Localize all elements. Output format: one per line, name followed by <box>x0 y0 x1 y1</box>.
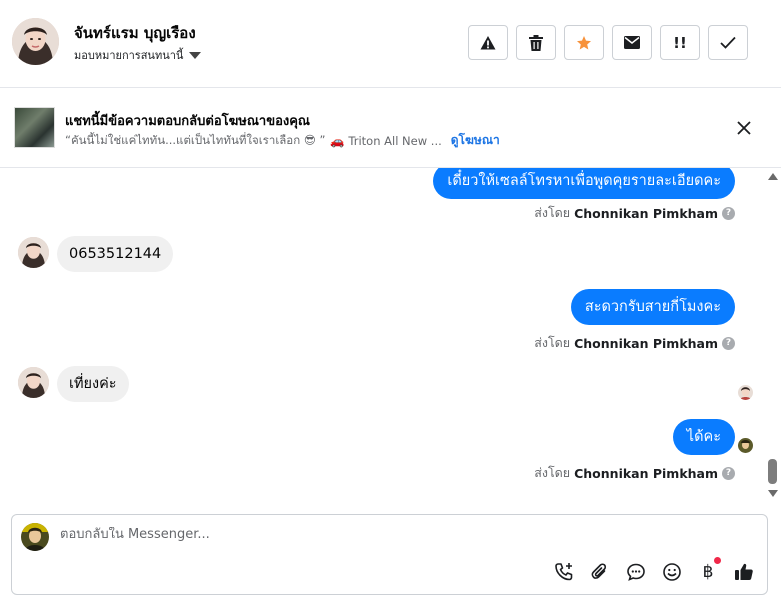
page-avatar <box>21 523 49 551</box>
incoming-message[interactable]: เที่ยงค่ะ <box>57 366 129 402</box>
paperclip-icon <box>591 563 607 579</box>
caret-down-icon <box>189 52 202 59</box>
seen-avatar <box>738 385 753 400</box>
assign-label: มอบหมายการสนทนานี้ <box>74 49 184 62</box>
exclamation-icon: !! <box>673 33 687 52</box>
ad-snippet: “คันนี้ไม่ใช่แค่ไททัน...แต่เป็นไททันที่ใ… <box>65 132 326 147</box>
baht-payment-icon: ฿ <box>702 562 714 582</box>
outgoing-message[interactable]: ได้คะ <box>672 419 735 455</box>
outgoing-message[interactable]: เดี๋ยวให้เซลล์โทรหาเพื่อพูดคุยรายละเอียด… <box>433 168 735 199</box>
contact-avatar-small <box>18 237 49 268</box>
mark-done-button[interactable] <box>708 25 748 60</box>
assign-conversation-dropdown[interactable]: มอบหมายการสนทนานี้ <box>74 46 202 64</box>
sender-name: Chonnikan Pimkham <box>574 465 718 481</box>
sent-by-line: ส่งโดย Chonnikan Pimkham ? <box>534 463 735 483</box>
seen-avatar <box>738 438 753 453</box>
scroll-up-arrow-icon[interactable] <box>768 173 778 180</box>
trash-icon <box>529 34 543 51</box>
ad-reply-banner: แชทนี้มีข้อความตอบกลับต่อโฆษณาของคุณ “คั… <box>0 88 781 168</box>
envelope-icon <box>624 36 640 49</box>
attach-button[interactable] <box>589 561 611 583</box>
follow-up-button[interactable]: !! <box>660 25 700 60</box>
sent-by-label: ส่งโดย <box>534 205 571 220</box>
help-icon[interactable]: ? <box>722 336 735 350</box>
star-button[interactable] <box>564 25 604 60</box>
view-ad-link[interactable]: ดูโฆษณา <box>451 131 500 150</box>
saved-reply-button[interactable] <box>625 561 647 583</box>
payment-button[interactable]: ฿ <box>697 557 721 583</box>
close-banner-button[interactable] <box>733 117 755 139</box>
scroll-down-arrow-icon[interactable] <box>768 490 778 497</box>
delete-button[interactable] <box>516 25 556 60</box>
conversation-actions: !! <box>468 25 748 60</box>
ad-details: “คันนี้ไม่ใช่แค่ไททัน...แต่เป็นไททันที่ใ… <box>65 131 500 150</box>
saved-reply-icon <box>627 563 645 581</box>
sender-name: Chonnikan Pimkham <box>574 335 718 351</box>
sent-by-label: ส่งโดย <box>534 465 571 480</box>
help-icon[interactable]: ? <box>722 206 735 220</box>
call-button[interactable] <box>553 561 575 583</box>
ad-thumbnail[interactable] <box>14 107 55 148</box>
help-icon[interactable]: ? <box>722 466 735 480</box>
mark-unread-button[interactable] <box>612 25 652 60</box>
sender-name: Chonnikan Pimkham <box>574 205 718 221</box>
sent-by-line: ส่งโดย Chonnikan Pimkham ? <box>534 333 735 353</box>
contact-avatar[interactable] <box>12 18 59 65</box>
contact-avatar-small <box>18 367 49 398</box>
star-icon <box>577 35 591 49</box>
call-icon <box>555 563 573 581</box>
warning-icon <box>480 35 496 49</box>
report-spam-button[interactable] <box>468 25 508 60</box>
notification-dot <box>714 557 721 564</box>
reply-input[interactable] <box>60 527 560 542</box>
composer-tools: ฿ <box>553 557 755 583</box>
conversation-header: จันทร์แรม บุญเรือง มอบหมายการสนทนานี้ !! <box>0 0 781 88</box>
thumbs-up-icon <box>735 563 753 580</box>
outgoing-message[interactable]: สะดวกรับสายกี่โมงคะ <box>570 289 735 325</box>
sent-by-line: ส่งโดย Chonnikan Pimkham ? <box>534 203 735 223</box>
close-icon <box>737 121 751 135</box>
emoji-button[interactable] <box>661 561 683 583</box>
incoming-message[interactable]: 0653512144 <box>57 236 174 272</box>
check-icon <box>720 36 736 49</box>
sent-by-label: ส่งโดย <box>534 335 571 350</box>
scrollbar-thumb[interactable] <box>768 459 777 484</box>
like-button[interactable] <box>733 561 755 583</box>
ad-banner-title: แชทนี้มีข้อความตอบกลับต่อโฆษณาของคุณ <box>65 114 310 129</box>
contact-name: จันทร์แรม บุญเรือง <box>74 24 196 42</box>
ad-name: 🚗 Triton All New ... <box>330 133 442 148</box>
message-thread: เดี๋ยวให้เซลล์โทรหาเพื่อพูดคุยรายละเอียด… <box>0 168 781 508</box>
emoji-icon <box>663 563 681 581</box>
reply-composer: ฿ <box>11 514 768 595</box>
